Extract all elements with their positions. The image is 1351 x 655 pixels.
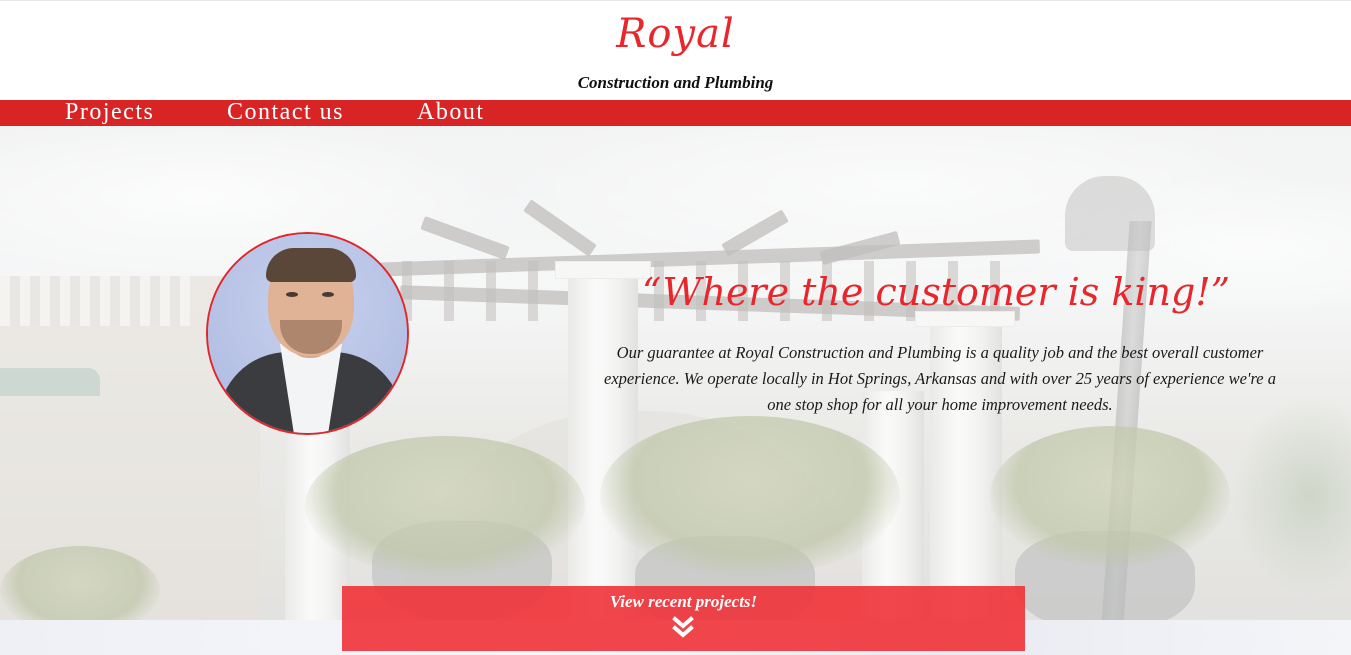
main-nav: Projects Contact us About [0,98,1351,126]
brand-logo[interactable]: Royal [0,11,1351,57]
nav-link-contact-us[interactable]: Contact us [227,98,344,126]
owner-portrait [206,232,409,435]
hero-intro-text: Our guarantee at Royal Construction and … [604,343,1276,414]
cta-label: View recent projects! [609,592,758,611]
view-recent-projects-button[interactable]: View recent projects! [342,586,1025,651]
nav-link-projects[interactable]: Projects [65,98,154,126]
hero-slogan: “Where the customer is king!” [641,270,1231,314]
site-header: Royal Construction and Plumbing [0,0,1351,100]
nav-link-about[interactable]: About [417,98,485,126]
hero-section: “Where the customer is king!” Our guaran… [0,126,1351,655]
double-chevron-down-icon [672,616,694,638]
brand-tagline: Construction and Plumbing [577,73,774,92]
